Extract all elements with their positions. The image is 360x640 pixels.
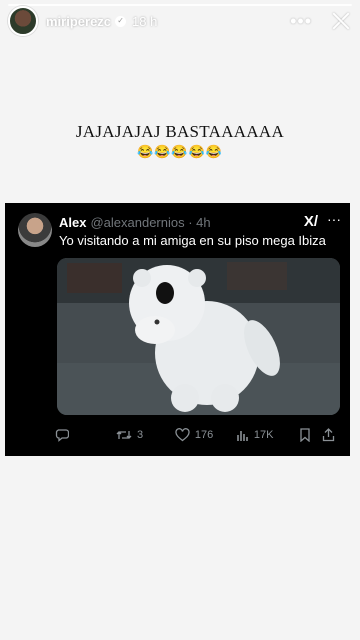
- story-caption: JAJAJAJAJ BASTAAAAAA 😂😂😂😂😂: [0, 122, 360, 160]
- tweet-handle-time: @alexandernios · 4h: [90, 215, 211, 230]
- views-icon: [237, 430, 248, 441]
- story-username[interactable]: miriperezc: [46, 14, 111, 29]
- retweet-icon: [116, 431, 132, 439]
- retweet-count: 3: [136, 429, 144, 441]
- close-icon[interactable]: [330, 10, 352, 32]
- tweet-avatar: [18, 213, 52, 247]
- like-button[interactable]: 176: [175, 428, 236, 442]
- polar-bear-costume-image: [57, 258, 340, 415]
- laughing-emojis: 😂😂😂😂😂: [137, 144, 223, 159]
- story-time: 18 h: [132, 13, 158, 29]
- tweet-text: Yo visitando a mi amiga en su piso mega …: [59, 233, 326, 248]
- tweet-action-bar: 3 176 17K: [55, 425, 342, 445]
- share-icon: [323, 428, 335, 442]
- story-header: miriperezc ✓ 18 h •••: [8, 6, 352, 36]
- more-options-icon[interactable]: •••: [290, 11, 312, 32]
- views-button[interactable]: 17K: [236, 429, 299, 442]
- heart-icon: [175, 428, 190, 442]
- bookmark-button[interactable]: [299, 428, 323, 442]
- tweet-media-image: [57, 258, 340, 415]
- avatar[interactable]: [8, 6, 38, 36]
- tweet-header: Alex @alexandernios · 4h: [59, 215, 211, 230]
- views-count: 17K: [253, 429, 274, 441]
- share-button[interactable]: [322, 428, 342, 442]
- like-count: 176: [194, 429, 214, 441]
- retweet-button[interactable]: 3: [116, 428, 175, 442]
- reply-button[interactable]: [55, 428, 116, 442]
- bookmark-icon: [300, 428, 310, 442]
- verified-badge-icon: ✓: [115, 15, 127, 27]
- caption-text: JAJAJAJAJ BASTAAAAAA: [75, 122, 285, 141]
- tweet-author-name: Alex: [59, 215, 87, 230]
- tweet-more-icon: ···: [327, 211, 341, 227]
- tweet-card: Alex @alexandernios · 4h X/ ··· Yo visit…: [5, 203, 350, 456]
- reply-icon: [55, 429, 69, 442]
- grok-icon: X/: [303, 213, 318, 230]
